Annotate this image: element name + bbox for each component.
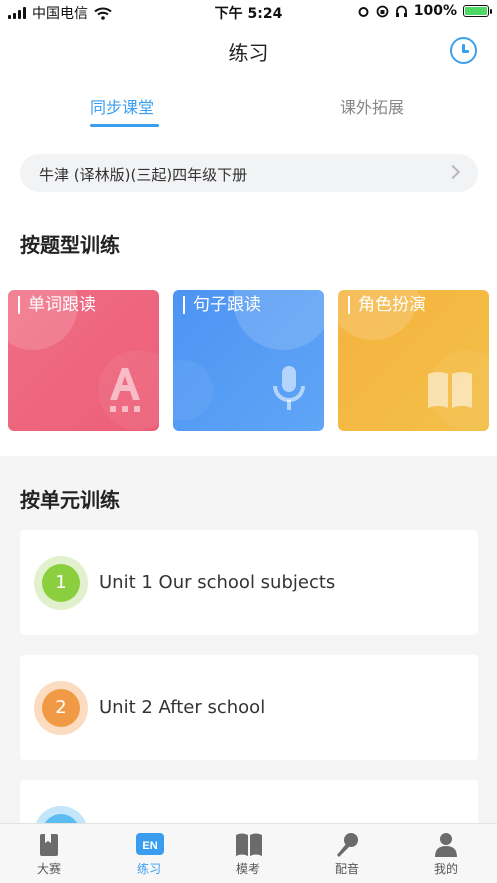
word-repeat-card[interactable]: 单词跟读 [8, 290, 159, 431]
segment-tabs: 同步课堂 课外拓展 [0, 90, 497, 128]
status-bar: 中国电信 下午 5:24 100% [0, 0, 497, 24]
unit-item[interactable]: 2 Unit 2 After school [20, 655, 478, 760]
tab-dubbing[interactable]: 配音 [317, 832, 377, 877]
history-clock-icon[interactable] [450, 37, 477, 64]
nav-bar: 练习 [0, 24, 497, 76]
bookmark-book-icon [36, 832, 62, 858]
person-icon [433, 832, 459, 858]
tab-sync-class[interactable]: 同步课堂 [90, 94, 154, 118]
unit-name: Unit 1 Our school subjects [99, 572, 336, 593]
tab-mock-exam[interactable]: 模考 [218, 832, 278, 877]
page-title: 练习 [228, 41, 269, 65]
book-icon [428, 372, 472, 408]
tab-practice[interactable]: EN 练习 [119, 832, 179, 877]
alarm-icon [358, 6, 369, 17]
battery-icon [463, 5, 492, 17]
headphones-icon [395, 5, 407, 17]
tab-label: 我的 [433, 862, 458, 876]
bottom-tab-bar: 大赛 EN 练习 模考 配音 我的 [0, 823, 497, 883]
book-selector[interactable]: 牛津 (译林版)(三起)四年级下册 [20, 154, 478, 192]
microphone-icon [334, 832, 360, 858]
unit-number-badge: 1 [34, 556, 88, 610]
sentence-repeat-card[interactable]: 句子跟读 [173, 290, 324, 431]
question-type-title: 按题型训练 [20, 233, 120, 257]
svg-text:EN: EN [142, 840, 157, 852]
open-book-icon [235, 832, 262, 858]
role-play-card[interactable]: 角色扮演 [338, 290, 489, 431]
tab-label: 练习 [136, 862, 161, 876]
card-label: 句子跟读 [183, 296, 261, 314]
unit-number-badge: 2 [34, 681, 88, 735]
book-name: 牛津 (译林版)(三起)四年级下册 [39, 166, 248, 184]
unit-item[interactable]: 1 Unit 1 Our school subjects [20, 530, 478, 635]
rotation-lock-icon [376, 5, 389, 17]
active-tab-indicator [90, 124, 159, 127]
tab-label: 配音 [334, 862, 359, 876]
tab-label: 大赛 [36, 862, 61, 876]
unit-section: 按单元训练 1 Unit 1 Our school subjects 2 Uni… [0, 466, 497, 883]
battery-percent: 100% [413, 3, 457, 19]
en-icon: EN [136, 832, 164, 858]
card-label: 角色扮演 [348, 296, 426, 314]
tab-mine[interactable]: 我的 [416, 832, 476, 877]
status-right: 100% [357, 3, 492, 19]
card-label: 单词跟读 [18, 296, 96, 314]
microphone-icon [273, 366, 305, 410]
letter-a-icon [110, 368, 140, 412]
unit-section-title: 按单元训练 [20, 488, 120, 512]
tab-extracurricular[interactable]: 课外拓展 [340, 94, 404, 118]
tab-label: 模考 [235, 862, 260, 876]
unit-name: Unit 2 After school [99, 697, 266, 718]
main-panel: 同步课堂 课外拓展 牛津 (译林版)(三起)四年级下册 按题型训练 单词跟读 句… [0, 76, 497, 456]
tab-contest[interactable]: 大赛 [19, 832, 79, 877]
chevron-right-icon [445, 164, 461, 180]
